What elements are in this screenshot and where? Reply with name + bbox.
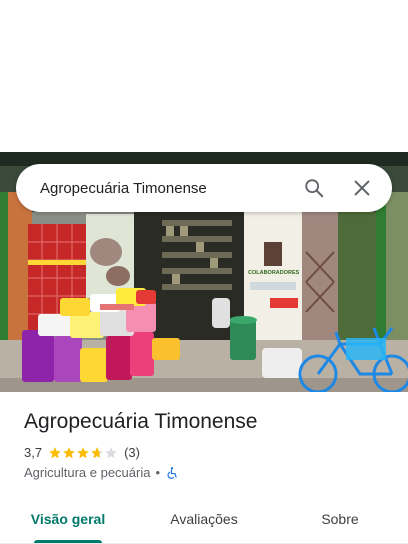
close-button[interactable] [338, 164, 386, 212]
star-icon [63, 446, 75, 458]
search-icon [305, 179, 324, 198]
tab-reviews[interactable]: Avaliações [136, 494, 272, 543]
place-title: Agropecuária Timonense [24, 410, 258, 433]
review-count[interactable]: (3) [124, 445, 140, 460]
wheelchair-accessible-icon [167, 466, 177, 479]
close-icon [354, 180, 370, 196]
tab-overview[interactable]: Visão geral [0, 494, 136, 543]
tab-about[interactable]: Sobre [272, 494, 408, 543]
rating-value: 3,7 [24, 445, 43, 460]
map-blank-area [0, 0, 408, 152]
separator-dot: • [155, 465, 161, 480]
place-tabs: Visão geral Avaliações Sobre [0, 494, 408, 544]
search-input[interactable]: Agropecuária Timonense [16, 180, 290, 197]
star-icon [77, 446, 89, 458]
star-icon [49, 446, 61, 458]
rating-row[interactable]: 3,7 (3) [24, 445, 140, 460]
star-rating [48, 446, 118, 460]
search-button[interactable] [290, 164, 338, 212]
category-label: Agricultura e pecuária [24, 465, 151, 480]
search-bar[interactable]: Agropecuária Timonense [16, 164, 392, 212]
star-icon [105, 446, 117, 458]
sign-text: COLABORADORES [248, 270, 300, 276]
category-row: Agricultura e pecuária • [24, 465, 179, 480]
star-icon [91, 446, 103, 458]
